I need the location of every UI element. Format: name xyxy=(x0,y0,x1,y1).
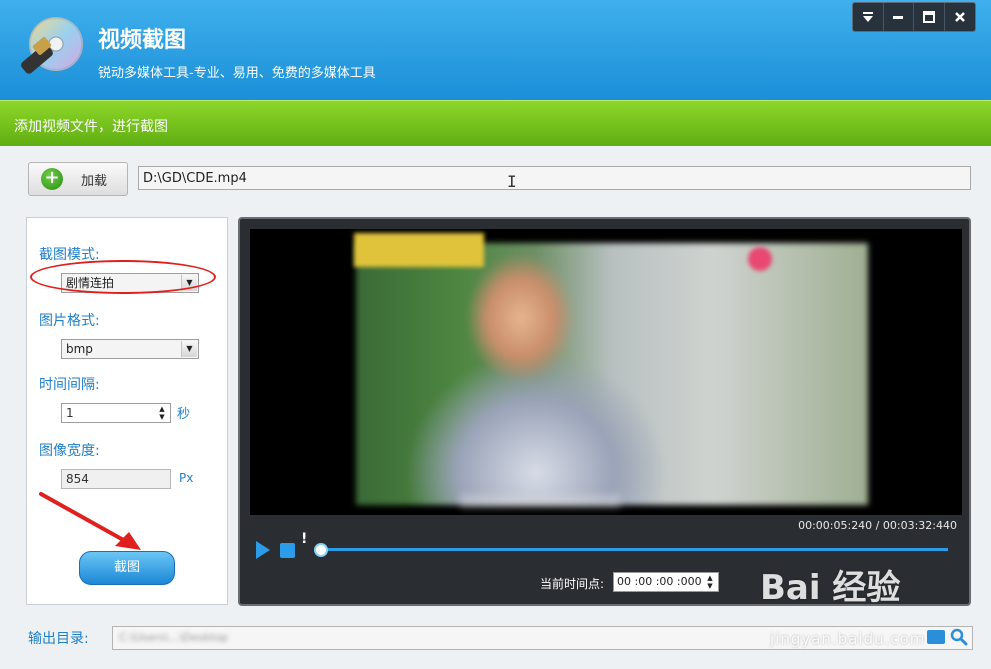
menu-icon xyxy=(862,12,873,22)
add-icon: + xyxy=(41,168,63,190)
capture-button[interactable]: 截图 xyxy=(79,551,175,585)
output-label: 输出目录: xyxy=(28,631,89,647)
format-label: 图片格式: xyxy=(39,313,100,329)
app-subtitle: 锐动多媒体工具-专业、易用、免费的多媒体工具 xyxy=(98,66,376,81)
width-label: 图像宽度: xyxy=(39,443,100,459)
chevron-down-icon: ▼ xyxy=(181,341,197,357)
app-logo-icon xyxy=(14,14,88,84)
window-controls xyxy=(852,2,976,32)
settings-panel: 截图模式: 剧情连拍 ▼ 图片格式: bmp ▼ 时间间隔: 1 ▲ ▼ 秒 图像… xyxy=(26,217,228,605)
interval-unit: 秒 xyxy=(177,407,191,422)
format-select-value: bmp xyxy=(66,342,93,356)
minimize-icon xyxy=(893,16,904,19)
load-button-label: 加载 xyxy=(81,173,108,189)
video-subtitle xyxy=(460,495,620,507)
video-viewport xyxy=(250,229,962,515)
time-display: 00:00:05:240 / 00:03:32:440 xyxy=(798,519,957,532)
close-icon xyxy=(954,12,965,22)
video-player: 00:00:05:240 / 00:03:32:440 ! 当前时间点: 00 … xyxy=(238,217,971,606)
format-select[interactable]: bmp ▼ xyxy=(61,339,199,359)
marker-icon[interactable]: ! xyxy=(301,531,307,547)
watermark-url: jingyan.baidu.com xyxy=(770,630,926,648)
maximize-button[interactable] xyxy=(914,3,945,31)
step-label: 添加视频文件，进行截图 xyxy=(14,119,168,135)
maximize-icon xyxy=(922,11,935,23)
app-title: 视频截图 xyxy=(98,28,187,53)
folder-icon[interactable] xyxy=(927,630,945,644)
minimize-button[interactable] xyxy=(884,3,914,31)
current-time-value: 00 :00 :00 :000 xyxy=(617,575,702,588)
text-cursor-icon: I xyxy=(507,172,517,191)
output-path-text: C:\Users\...\Desktop xyxy=(119,631,229,644)
seek-track[interactable] xyxy=(318,548,948,551)
interval-label: 时间间隔: xyxy=(39,377,100,393)
file-path-input[interactable] xyxy=(138,166,971,190)
load-button[interactable]: + 加载 xyxy=(28,162,128,196)
interval-stepper[interactable]: 1 ▲ ▼ xyxy=(61,403,171,423)
width-unit: Px xyxy=(179,471,194,485)
watermark-logo: Bai 经验 xyxy=(760,568,901,608)
video-badge xyxy=(748,247,772,271)
menu-button[interactable] xyxy=(853,3,884,31)
width-value: 854 xyxy=(66,472,89,486)
mode-highlight-ellipse xyxy=(30,260,216,294)
close-button[interactable] xyxy=(945,3,975,31)
video-caption-box xyxy=(354,233,484,267)
width-field[interactable]: 854 xyxy=(61,469,171,489)
red-arrow-icon xyxy=(39,492,141,550)
search-icon[interactable] xyxy=(950,628,968,646)
spin-arrows-icon[interactable]: ▲ ▼ xyxy=(703,574,717,590)
video-frame xyxy=(356,243,868,505)
step-bar: 添加视频文件，进行截图 xyxy=(0,100,991,146)
play-button[interactable] xyxy=(256,541,270,559)
current-time-label: 当前时间点: xyxy=(540,577,605,591)
spin-arrows-icon[interactable]: ▲ ▼ xyxy=(155,405,169,421)
seek-handle[interactable] xyxy=(314,543,328,557)
interval-value: 1 xyxy=(66,406,74,420)
title-bar: 视频截图 锐动多媒体工具-专业、易用、免费的多媒体工具 xyxy=(0,0,991,100)
stop-button[interactable] xyxy=(280,543,295,558)
current-time-field[interactable]: 00 :00 :00 :000 ▲ ▼ xyxy=(613,572,719,592)
